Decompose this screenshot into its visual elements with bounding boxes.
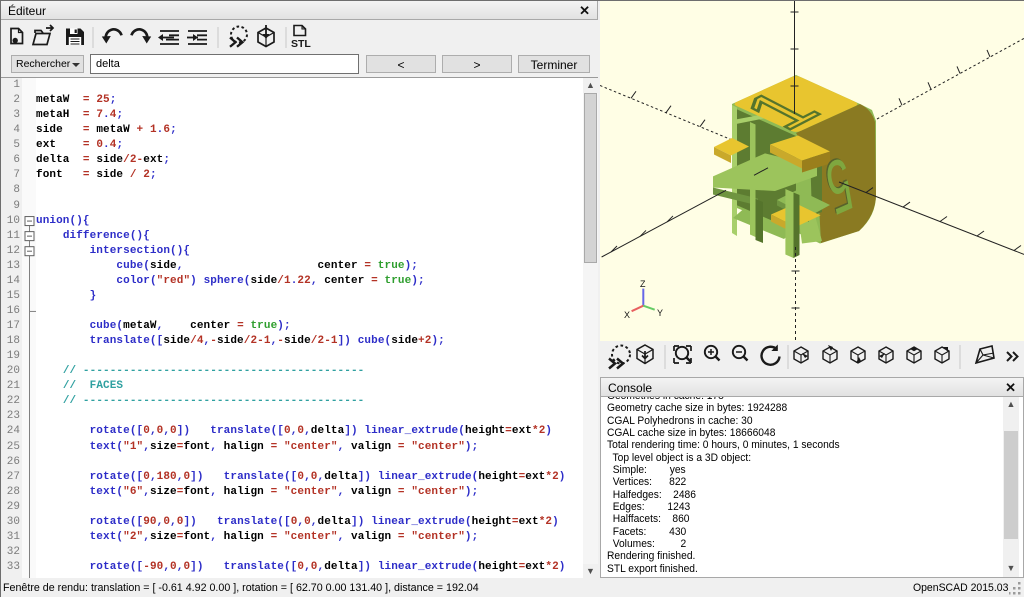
svg-text:STL: STL [291,38,311,50]
svg-text:Z: Z [640,279,646,289]
svg-text:X: X [624,310,630,320]
svg-text:Y: Y [657,308,663,318]
